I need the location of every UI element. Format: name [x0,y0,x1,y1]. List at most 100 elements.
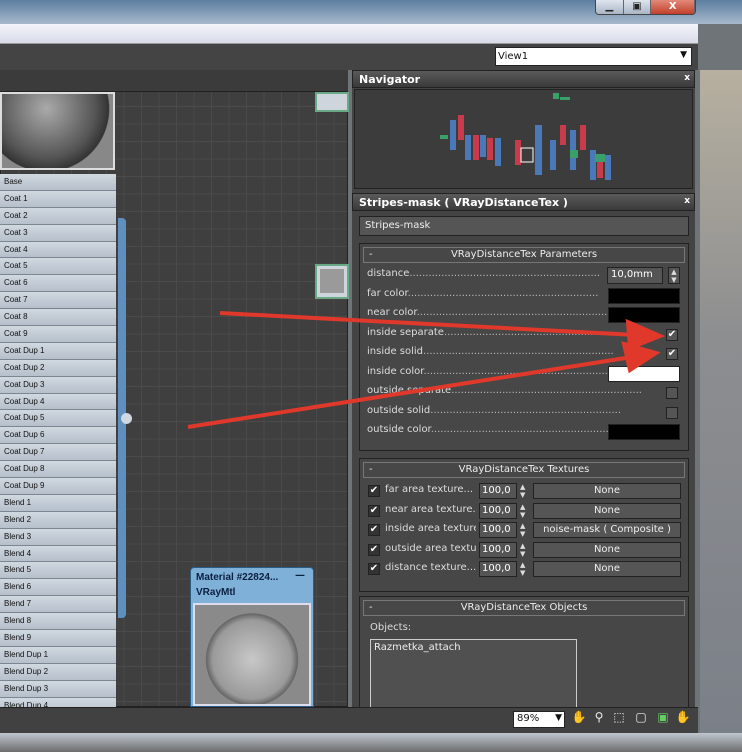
node-slot-item[interactable]: Base [0,174,116,191]
collapse-icon: - [369,464,373,475]
checkbox[interactable]: ✔ [666,348,678,360]
node-slot-item[interactable]: Blend 1 [0,494,116,512]
color-swatch[interactable] [608,307,680,323]
checkbox[interactable] [666,387,678,399]
parameters-rollout: - VRayDistanceTex Parameters distance....… [359,243,689,451]
param-row-inside-solid: inside solid............................… [360,344,688,364]
texture-map-button[interactable]: None [533,502,681,519]
node-slot-item[interactable]: Coat Dup 6 [0,427,116,445]
node-slot-item[interactable]: Blend 6 [0,579,116,597]
leader-dots: ........................................… [430,404,622,416]
node-slot-item[interactable]: Blend 5 [0,562,116,580]
spinner-arrows-icon[interactable]: ▲ ▼ [520,522,528,538]
map-node[interactable] [315,264,349,299]
minimize-button[interactable]: ▁ [596,0,624,14]
zoom-extents-icon[interactable]: ▢ [632,710,650,728]
spinner-arrows-icon[interactable]: ▲ ▼ [520,561,528,577]
node-slot-item[interactable]: Coat 5 [0,258,116,276]
view-select[interactable]: View1 ▼ [495,47,692,66]
texture-map-button[interactable]: None [533,483,681,499]
checkbox[interactable]: ✔ [368,504,380,517]
spinner-arrows-icon[interactable]: ▲ ▼ [668,267,680,284]
node-slot-item[interactable]: Coat 8 [0,309,116,327]
navigator-header: Navigator x [352,70,695,88]
node-slot-item[interactable]: Blend 7 [0,596,116,614]
node-slot-item[interactable]: Coat 3 [0,224,116,242]
map-name-field[interactable]: Stripes-mask [359,216,689,236]
leader-dots: ........................................… [423,365,615,377]
properties-title: Stripes-mask ( VRayDistanceTex ) [359,196,568,209]
zoom-icon[interactable]: ⚲ [590,710,608,728]
pan-all-icon[interactable]: ✋ [674,710,692,728]
color-swatch[interactable] [608,424,680,440]
param-label: distance [367,268,410,279]
amount-input[interactable]: 100,0 [479,541,517,558]
param-label: near color [367,307,417,318]
node-slot-item[interactable]: Blend 3 [0,528,116,546]
node-slot-item[interactable]: Coat Dup 8 [0,461,116,479]
texture-map-button[interactable]: None [533,561,681,577]
leader-dots: ........................................… [430,424,622,435]
maximize-button[interactable]: ▣ [623,0,652,14]
objects-rollout-header[interactable]: - VRayDistanceTex Objects [363,600,685,616]
amount-input[interactable]: 100,0 [479,522,517,538]
material-node[interactable]: Material #22824... — VRayMtl [190,567,314,707]
zoom-select[interactable]: 89% ▼ [513,711,565,728]
param-row-inside-color: inside color............................… [360,364,688,384]
checkbox[interactable]: ✔ [666,328,678,341]
node-slot-item[interactable]: Coat Dup 2 [0,359,116,377]
node-slot-item[interactable]: Coat Dup 9 [0,478,116,495]
zoom-region-icon[interactable]: ⬚ [610,710,628,728]
checkbox[interactable]: ✔ [368,563,380,575]
close-icon[interactable]: x [684,196,690,206]
map-node[interactable] [315,92,349,112]
output-socket[interactable] [121,413,132,424]
close-button[interactable]: X [651,0,695,14]
node-slot-item[interactable]: Coat 4 [0,241,116,259]
node-slot-item[interactable]: Blend Dup 1 [0,646,116,664]
textures-rollout-header[interactable]: - VRayDistanceTex Textures [363,462,685,478]
node-slot-item[interactable]: Blend 9 [0,630,116,647]
spinner-arrows-icon[interactable]: ▲ ▼ [520,483,528,499]
leader-dots: ........................................… [443,326,635,338]
amount-input[interactable]: 100,0 [479,561,517,577]
rollout-title: VRayDistanceTex Objects [460,602,588,613]
node-slot-item[interactable]: Coat 9 [0,326,116,343]
node-slot-item[interactable]: Blend 4 [0,545,116,563]
amount-input[interactable]: 100,0 [479,502,517,519]
color-swatch[interactable] [608,287,680,304]
node-slot-item[interactable]: Coat 2 [0,207,116,225]
node-slot-item[interactable]: Coat 6 [0,275,116,293]
navigator-view[interactable] [354,89,693,189]
checkbox[interactable]: ✔ [368,524,380,536]
zoom-extents-selected-icon[interactable]: ▣ [654,710,672,728]
checkbox[interactable]: ✔ [368,485,380,497]
list-item[interactable]: Razmetka_attach [374,642,573,653]
parameters-rollout-header[interactable]: - VRayDistanceTex Parameters [363,247,685,263]
node-slot-item[interactable]: Coat Dup 7 [0,444,116,462]
close-icon[interactable]: x [684,73,690,83]
material-preview-swatch [0,92,115,170]
node-slot-item[interactable]: Coat Dup 4 [0,393,116,411]
pan-hand-icon[interactable]: ✋ [570,710,588,728]
amount-input[interactable]: 100,0 [479,483,517,499]
checkbox[interactable]: ✔ [368,543,380,556]
collapse-button[interactable]: — [295,570,305,581]
node-slot-item[interactable]: Blend Dup 2 [0,663,116,681]
texture-label: near area texture... [385,503,476,515]
texture-map-button[interactable]: noise-mask ( Composite ) [533,522,681,538]
node-slot-item[interactable]: Coat 1 [0,190,116,208]
node-slot-item[interactable]: Coat Dup 1 [0,342,116,360]
spinner-arrows-icon[interactable]: ▲ ▼ [520,542,528,558]
node-slot-item[interactable]: Coat Dup 3 [0,376,116,394]
checkbox[interactable] [666,406,678,419]
distance-input[interactable]: 10,0mm [607,267,663,284]
spinner-arrows-icon[interactable]: ▲ ▼ [520,503,528,519]
node-slot-item[interactable]: Coat Dup 5 [0,410,116,428]
node-slot-item[interactable]: Blend 8 [0,613,116,631]
node-slot-item[interactable]: Blend Dup 3 [0,680,116,698]
node-slot-item[interactable]: Coat 7 [0,292,116,310]
texture-map-button[interactable]: None [533,541,681,558]
node-slot-item[interactable]: Blend 2 [0,511,116,529]
color-swatch[interactable] [608,365,680,382]
